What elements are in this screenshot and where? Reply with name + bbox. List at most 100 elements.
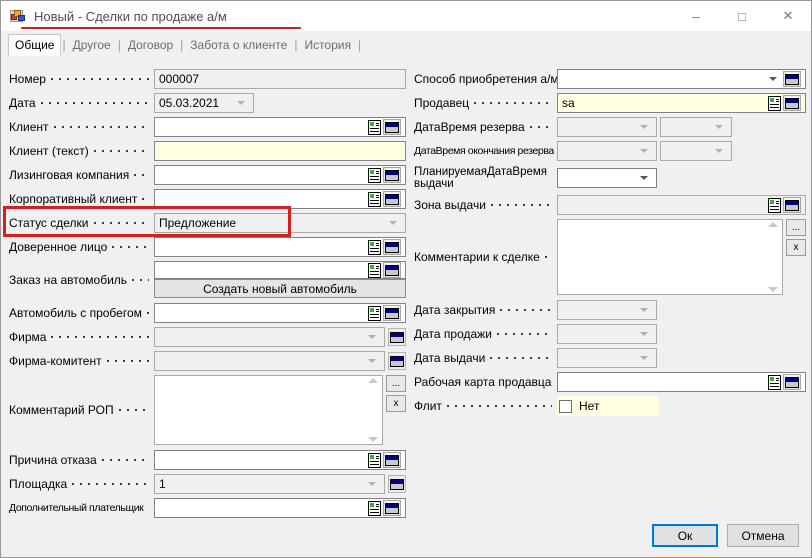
firma-komitent-dropdown (154, 351, 385, 371)
open-form-icon[interactable] (783, 197, 801, 213)
tab-drugoe[interactable]: Другое (67, 35, 117, 55)
row-klient-text: Клиент (текст) (9, 141, 406, 161)
klient-field[interactable] (154, 117, 406, 137)
close-icon[interactable]: ✕ (765, 1, 811, 31)
open-form-icon[interactable] (783, 95, 801, 111)
prichina-field[interactable] (154, 450, 406, 470)
tab-zabota[interactable]: Забота о клиенте (184, 35, 293, 55)
open-form-icon[interactable] (388, 352, 406, 370)
scroll-up-icon[interactable] (368, 378, 378, 383)
plan-vydacha-dropdown[interactable] (557, 168, 657, 188)
open-form-icon[interactable] (388, 328, 406, 346)
scrollbar[interactable] (365, 378, 380, 442)
dotted-leader (119, 409, 149, 411)
comment-sdelka-textarea[interactable] (557, 219, 783, 295)
sposob-dropdown[interactable] (557, 69, 806, 89)
dotted-leader (94, 150, 149, 152)
scroll-down-icon[interactable] (768, 287, 778, 292)
nomer-field: 000007 (154, 69, 406, 89)
flit-checkbox-strip: Нет (557, 396, 659, 416)
rezerv-date-dropdown (557, 117, 657, 137)
comment-rop-textarea[interactable] (154, 375, 383, 445)
status-dropdown: Предложение (154, 213, 406, 233)
scroll-down-icon[interactable] (368, 437, 378, 442)
select-list-icon[interactable] (368, 120, 381, 135)
klient-text-field[interactable] (154, 141, 406, 161)
rezerv-end-label: ДатаВремя окончания резерва (414, 145, 554, 157)
scrollbar[interactable] (765, 222, 780, 292)
clear-button[interactable]: x (786, 239, 806, 256)
dop-platelshik-field[interactable] (154, 498, 406, 518)
chevron-down-icon (389, 221, 397, 225)
footer-buttons: Ок Отмена (652, 524, 799, 547)
select-list-icon[interactable] (368, 168, 381, 183)
open-form-icon[interactable] (383, 262, 401, 278)
tab-strip: Общие| Другое| Договор| Забота о клиенте… (1, 31, 811, 58)
row-ploshadka: Площадка 1 (9, 474, 406, 494)
create-new-car-button[interactable]: Создать новый автомобиль (154, 279, 406, 298)
select-list-icon[interactable] (368, 240, 381, 255)
ellipsis-button[interactable]: ... (786, 219, 806, 236)
cancel-button[interactable]: Отмена (727, 524, 799, 547)
open-form-icon[interactable] (783, 374, 801, 390)
select-list-icon[interactable] (768, 96, 781, 111)
tab-istoriya[interactable]: История (298, 35, 357, 55)
row-rab-karta: Рабочая карта продавца (414, 372, 806, 392)
open-form-icon[interactable] (383, 119, 401, 135)
open-form-icon[interactable] (388, 475, 406, 493)
open-form-icon[interactable] (383, 167, 401, 183)
dotted-leader (112, 246, 149, 248)
scroll-up-icon[interactable] (768, 222, 778, 227)
zona-field (557, 195, 806, 215)
chevron-down-icon[interactable] (640, 176, 648, 180)
tab-dogovor[interactable]: Договор (122, 35, 179, 55)
dotted-leader (102, 459, 149, 461)
rab-karta-field[interactable] (557, 372, 806, 392)
tab-obshchie[interactable]: Общие (8, 34, 61, 56)
form-icon (10, 9, 28, 24)
select-list-icon[interactable] (768, 198, 781, 213)
data-prodazhi-label: Дата продажи (414, 327, 492, 341)
lizing-field[interactable] (154, 165, 406, 185)
select-list-icon[interactable] (368, 453, 381, 468)
open-form-icon[interactable] (383, 305, 401, 321)
minimize-icon[interactable]: – (673, 1, 719, 31)
open-form-icon[interactable] (383, 191, 401, 207)
window-title: Новый - Сделки по продаже а/м (34, 9, 227, 24)
zakaz-field[interactable] (154, 261, 406, 279)
select-list-icon[interactable] (768, 375, 781, 390)
maximize-icon[interactable]: □ (719, 1, 765, 31)
doverennoe-field[interactable] (154, 237, 406, 257)
open-form-icon[interactable] (383, 239, 401, 255)
select-list-icon[interactable] (368, 263, 381, 278)
dotted-leader (474, 102, 552, 104)
flit-checkbox[interactable] (559, 400, 572, 413)
ok-button[interactable]: Ок (652, 524, 718, 547)
chevron-down-icon (715, 125, 723, 129)
row-plan-vydacha: ПланируемаяДатаВремя выдачи (414, 165, 806, 191)
clear-button[interactable]: x (386, 395, 406, 412)
dotted-leader (132, 279, 149, 281)
dotted-leader (491, 204, 552, 206)
korp-klient-field[interactable] (154, 189, 406, 209)
open-form-icon[interactable] (383, 452, 401, 468)
ellipsis-button[interactable]: ... (386, 375, 406, 392)
title-bar: Новый - Сделки по продаже а/м – □ ✕ (1, 1, 811, 31)
dop-platelshik-label: Дополнительный плательщик (9, 502, 143, 514)
open-form-icon[interactable] (783, 71, 801, 87)
row-firma: Фирма (9, 327, 406, 347)
select-list-icon[interactable] (368, 306, 381, 321)
open-form-icon[interactable] (383, 500, 401, 516)
row-rezerv: ДатаВремя резерва (414, 117, 806, 137)
select-list-icon[interactable] (368, 192, 381, 207)
row-status: Статус сделки Предложение (9, 213, 406, 233)
prodavec-field[interactable]: sa (557, 93, 806, 113)
select-list-icon[interactable] (368, 501, 381, 516)
row-klient: Клиент (9, 117, 406, 137)
row-flit: Флит Нет (414, 396, 806, 416)
tab-separator: | (358, 38, 361, 52)
dotted-leader (134, 174, 149, 176)
chevron-down-icon[interactable] (769, 77, 777, 81)
probeg-field[interactable] (154, 303, 406, 323)
dotted-leader (490, 357, 552, 359)
